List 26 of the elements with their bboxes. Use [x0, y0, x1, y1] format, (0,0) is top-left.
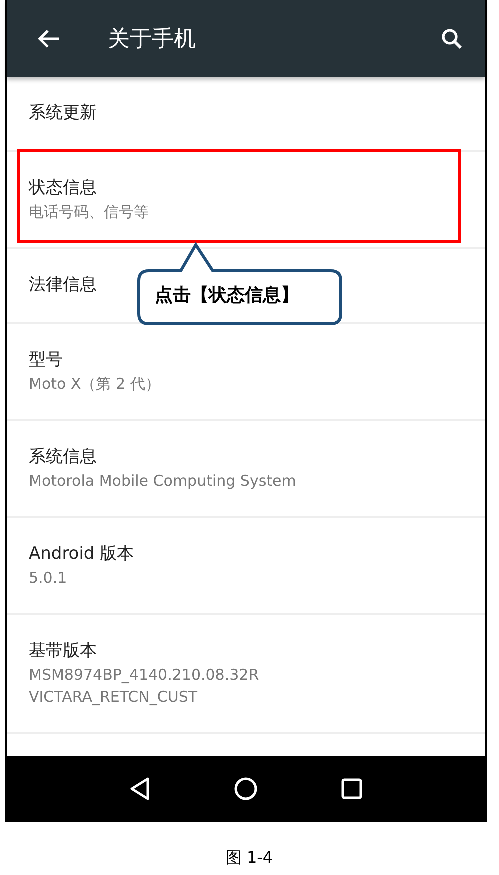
recents-icon[interactable] [341, 778, 364, 800]
item-title: 系统信息 [29, 446, 97, 469]
settings-item[interactable]: 状态信息 电话号码、信号等 [7, 152, 485, 249]
back-icon[interactable] [128, 777, 151, 801]
item-title: 系统更新 [29, 102, 97, 125]
item-title: 状态信息 [29, 177, 97, 200]
item-title: 基带版本 [29, 640, 97, 663]
settings-item[interactable]: 系统信息 Motorola Mobile Computing System [7, 421, 485, 518]
item-title: 法律信息 [29, 274, 97, 297]
item-title: Android 版本 [29, 543, 134, 566]
item-summary: Motorola Mobile Computing System [29, 471, 296, 492]
item-summary: Moto X（第 2 代） [29, 374, 160, 395]
home-icon[interactable] [234, 777, 258, 801]
item-summary: VICTARA_RETCN_CUST [29, 687, 198, 708]
settings-item[interactable]: 系统更新 [7, 77, 485, 152]
settings-item[interactable]: Android 版本 5.0.1 [7, 518, 485, 615]
screen-title: 关于手机 [108, 26, 197, 54]
search-icon[interactable] [441, 28, 463, 50]
figure-caption: 图 1-4 [224, 848, 274, 869]
callout-bubble: 点击【状态信息】 [137, 242, 343, 326]
settings-item[interactable]: 基带版本 MSM8974BP_4140.210.08.32R VICTARA_RETCN_CUST [7, 615, 485, 734]
item-summary: MSM8974BP_4140.210.08.32R [29, 665, 260, 686]
item-summary: 5.0.1 [29, 568, 68, 589]
item-title: 型号 [29, 349, 63, 372]
item-summary: 电话号码、信号等 [29, 202, 149, 223]
back-arrow-icon[interactable] [38, 28, 60, 48]
